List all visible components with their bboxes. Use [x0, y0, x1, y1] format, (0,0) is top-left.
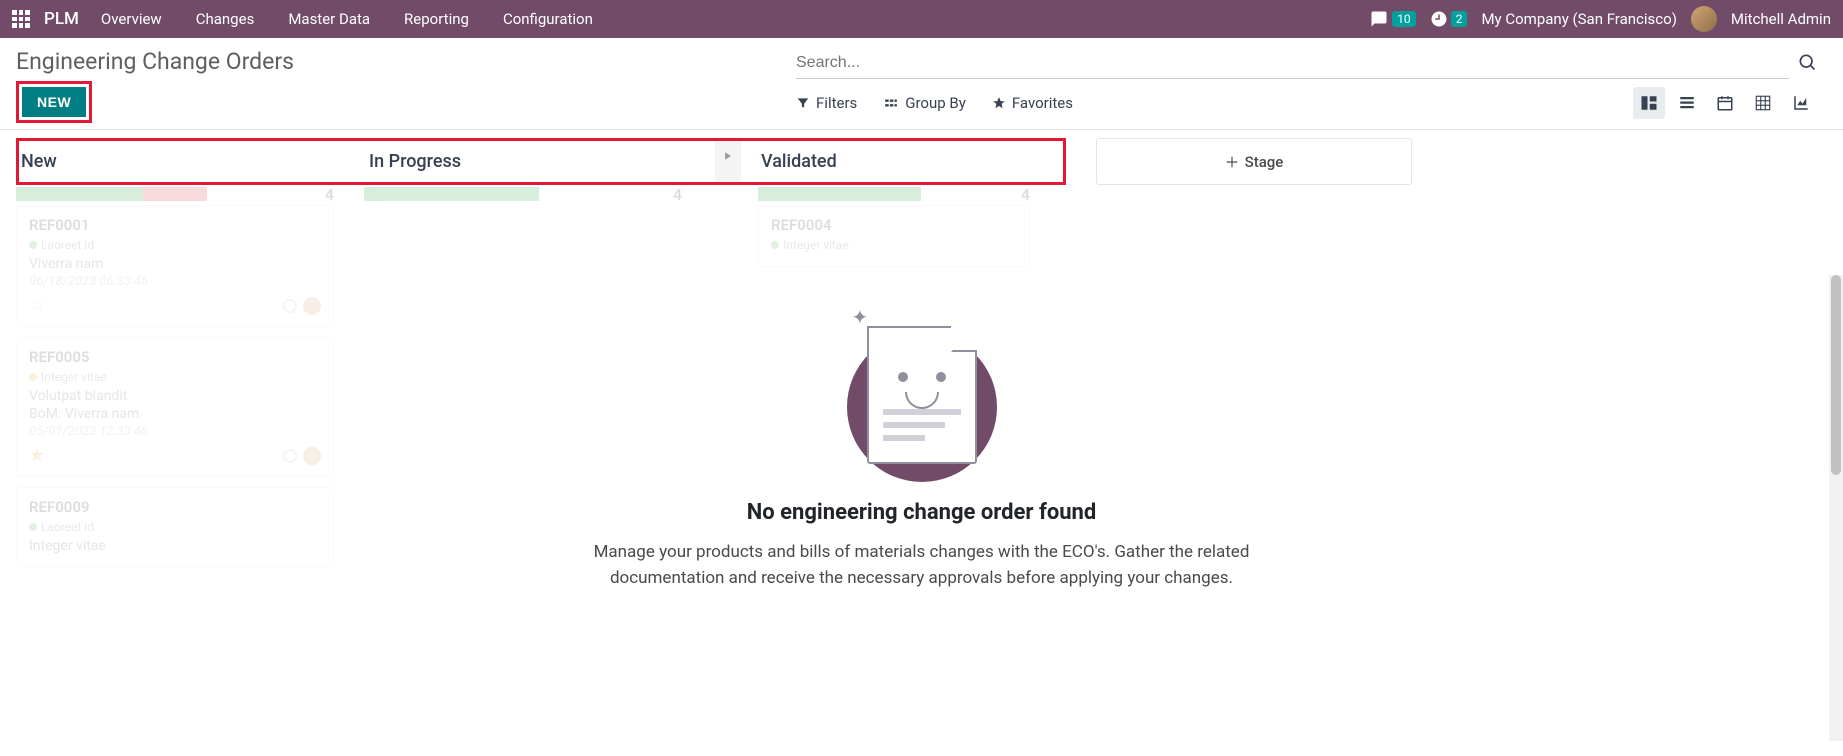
activities-badge: 2	[1451, 11, 1468, 27]
stage-validated-label: Validated	[761, 151, 837, 172]
col3-count: 4	[1021, 185, 1030, 204]
kanban-area: New In Progress Validated Stage 4 REF000	[0, 130, 1843, 741]
messages-icon[interactable]: 10	[1369, 10, 1416, 28]
page-title: Engineering Change Orders	[16, 48, 796, 75]
messages-badge: 10	[1392, 11, 1416, 27]
filters-button[interactable]: Filters	[796, 94, 857, 112]
group-by-button[interactable]: Group By	[883, 94, 966, 112]
scrollbar[interactable]	[1829, 275, 1843, 741]
add-stage-button[interactable]: Stage	[1096, 138, 1412, 185]
stage-in-progress[interactable]: In Progress	[367, 141, 715, 182]
pivot-view-icon[interactable]	[1747, 87, 1779, 119]
topbar: PLM Overview Changes Master Data Reporti…	[0, 0, 1843, 38]
nav-items: Overview Changes Master Data Reporting C…	[101, 10, 593, 28]
nav-reporting[interactable]: Reporting	[404, 10, 469, 28]
stage-new[interactable]: New	[19, 141, 367, 182]
activities-icon[interactable]: 2	[1430, 10, 1468, 28]
graph-view-icon[interactable]	[1785, 87, 1817, 119]
nav-master-data[interactable]: Master Data	[288, 10, 370, 28]
fold-handle-icon[interactable]	[715, 141, 741, 182]
user-menu[interactable]: Mitchell Admin	[1731, 10, 1831, 28]
favorites-button[interactable]: Favorites	[992, 94, 1073, 112]
col1-count: 4	[325, 185, 334, 204]
nav-configuration[interactable]: Configuration	[503, 10, 593, 28]
kanban-header: New In Progress Validated Stage	[0, 130, 1843, 187]
search-icon[interactable]	[1797, 52, 1817, 76]
empty-illustration: ✦	[842, 310, 1002, 480]
stages-highlight: New In Progress Validated	[16, 138, 1066, 185]
view-switcher	[1633, 87, 1817, 119]
control-panel: Engineering Change Orders NEW Filters Gr…	[0, 38, 1843, 130]
list-view-icon[interactable]	[1671, 87, 1703, 119]
stage-validated[interactable]: Validated	[715, 141, 1063, 182]
new-button-highlight: NEW	[16, 81, 92, 123]
search-input[interactable]	[796, 48, 1789, 79]
nav-changes[interactable]: Changes	[196, 10, 255, 28]
kanban-view-icon[interactable]	[1633, 87, 1665, 119]
favorites-label: Favorites	[1012, 94, 1073, 112]
calendar-view-icon[interactable]	[1709, 87, 1741, 119]
apps-icon[interactable]	[12, 10, 30, 28]
avatar[interactable]	[1691, 6, 1717, 32]
filters-label: Filters	[816, 94, 857, 112]
new-button[interactable]: NEW	[22, 87, 86, 117]
empty-state: ✦ No engineering change order found Mana…	[0, 250, 1843, 592]
topbar-right: 10 2 My Company (San Francisco) Mitchell…	[1369, 6, 1831, 32]
empty-title: No engineering change order found	[747, 500, 1097, 525]
nav-overview[interactable]: Overview	[101, 10, 162, 28]
empty-description: Manage your products and bills of materi…	[542, 539, 1302, 592]
group-by-label: Group By	[905, 94, 966, 112]
col2-count: 4	[673, 185, 682, 204]
company-selector[interactable]: My Company (San Francisco)	[1481, 10, 1676, 28]
add-stage-label: Stage	[1245, 153, 1284, 171]
app-name[interactable]: PLM	[44, 9, 79, 29]
